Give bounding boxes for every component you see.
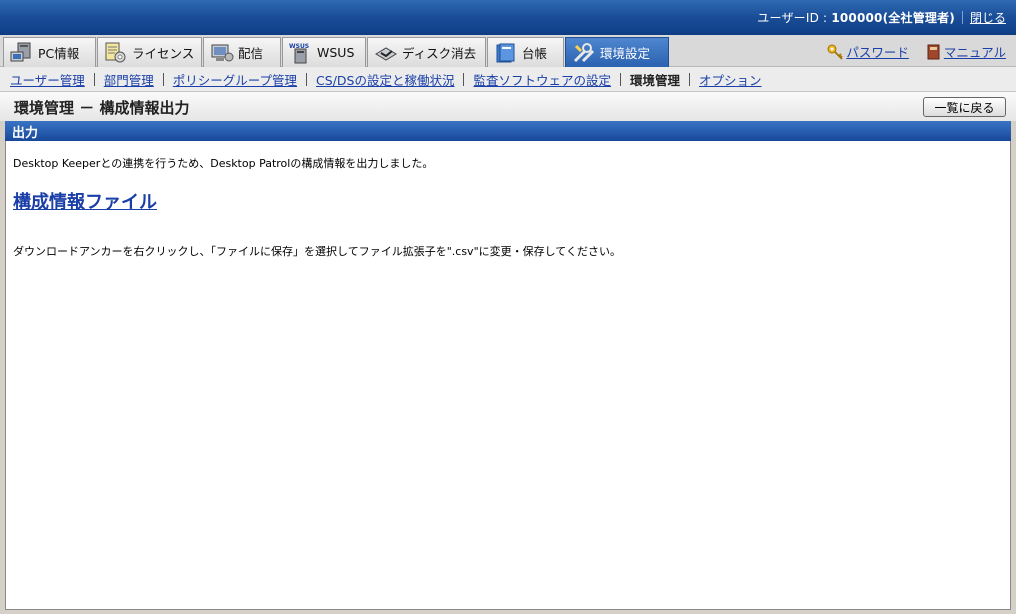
main-tab-bar: PC情報 ライセンス 配信 WSUS WSUS ディスク消去 台帳 環境設定 パ… <box>0 35 1016 67</box>
subnav-item-user-management[interactable]: ユーザー管理 <box>10 70 85 89</box>
user-id-prefix: ユーザーID : <box>757 11 832 25</box>
tab-license[interactable]: ライセンス <box>97 37 202 67</box>
divider <box>162 72 164 86</box>
svg-text:WSUS: WSUS <box>289 43 309 50</box>
pc-icon <box>10 42 34 64</box>
delivery-icon <box>210 42 234 64</box>
content-panel: Desktop Keeperとの連携を行うため、Desktop Patrolの構… <box>5 141 1011 610</box>
license-icon <box>104 42 128 64</box>
manual-book-icon <box>925 44 941 60</box>
password-link-wrap: パスワード <box>827 42 909 61</box>
tab-delivery[interactable]: 配信 <box>203 37 281 67</box>
subnav-item-cs-ds-status[interactable]: CS/DSの設定と稼働状況 <box>316 70 454 89</box>
output-message: Desktop Keeperとの連携を行うため、Desktop Patrolの構… <box>13 157 434 170</box>
tab-environment-settings[interactable]: 環境設定 <box>565 37 669 67</box>
subnav-item-audit-software[interactable]: 監査ソフトウェアの設定 <box>473 70 611 89</box>
tab-label: WSUS <box>317 45 355 60</box>
page-title-bar: 環境管理 － 構成情報出力 一覧に戻る <box>0 91 1016 121</box>
config-file-download-link[interactable]: 構成情報ファイル <box>13 188 157 214</box>
key-icon <box>827 44 843 60</box>
subnav-link[interactable]: オプション <box>699 73 762 88</box>
subnav-link[interactable]: 部門管理 <box>104 73 154 88</box>
utility-links: パスワード マニュアル <box>811 42 1006 61</box>
subnav-link[interactable]: CS/DSの設定と稼働状況 <box>316 73 454 88</box>
tab-label: ディスク消去 <box>402 46 477 61</box>
sub-navigation: ユーザー管理 部門管理 ポリシーグループ管理 CS/DSの設定と稼働状況 監査ソ… <box>0 67 1016 91</box>
page-title: 環境管理 － 構成情報出力 <box>14 99 190 117</box>
tab-wsus[interactable]: WSUS WSUS <box>282 37 366 67</box>
tab-label: 配信 <box>238 46 264 61</box>
close-link[interactable]: 閉じる <box>970 9 1006 26</box>
top-user-bar: ユーザーID : 100000(全社管理者) 閉じる <box>0 0 1016 35</box>
user-id-label: ユーザーID : 100000(全社管理者) <box>757 9 955 26</box>
subnav-link[interactable]: ポリシーグループ管理 <box>173 73 297 88</box>
section-header: 出力 <box>5 121 1011 141</box>
user-id-value: 100000(全社管理者) <box>831 11 955 25</box>
divider <box>961 11 963 24</box>
divider <box>689 72 691 86</box>
divider <box>93 72 95 86</box>
subnav-link[interactable]: 監査ソフトウェアの設定 <box>473 73 611 88</box>
tab-label: ライセンス <box>132 46 195 61</box>
settings-tools-icon <box>572 42 596 64</box>
manual-link[interactable]: マニュアル <box>944 42 1006 61</box>
disk-erase-icon <box>374 42 398 64</box>
divider <box>463 72 465 86</box>
divider <box>306 72 308 86</box>
tab-label: 台帳 <box>522 46 548 61</box>
tab-ledger[interactable]: 台帳 <box>487 37 564 67</box>
password-link[interactable]: パスワード <box>846 42 909 61</box>
subnav-item-policy-group[interactable]: ポリシーグループ管理 <box>173 70 297 89</box>
wsus-icon: WSUS <box>289 42 313 64</box>
divider <box>620 72 621 86</box>
tab-label: 環境設定 <box>600 46 651 61</box>
subnav-item-environment-management: 環境管理 <box>630 72 681 88</box>
manual-link-wrap: マニュアル <box>925 42 1006 61</box>
subnav-item-options[interactable]: オプション <box>699 70 762 89</box>
tab-disk-erase[interactable]: ディスク消去 <box>367 37 486 67</box>
subnav-item-department[interactable]: 部門管理 <box>104 70 154 89</box>
ledger-icon <box>494 42 518 64</box>
tab-label: PC情報 <box>38 46 80 61</box>
tab-pc-info[interactable]: PC情報 <box>3 37 96 67</box>
back-to-list-button[interactable]: 一覧に戻る <box>923 97 1006 117</box>
download-instruction: ダウンロードアンカーを右クリックし、「ファイルに保存」を選択してファイル拡張子を… <box>13 245 621 258</box>
subnav-link[interactable]: ユーザー管理 <box>10 73 85 88</box>
